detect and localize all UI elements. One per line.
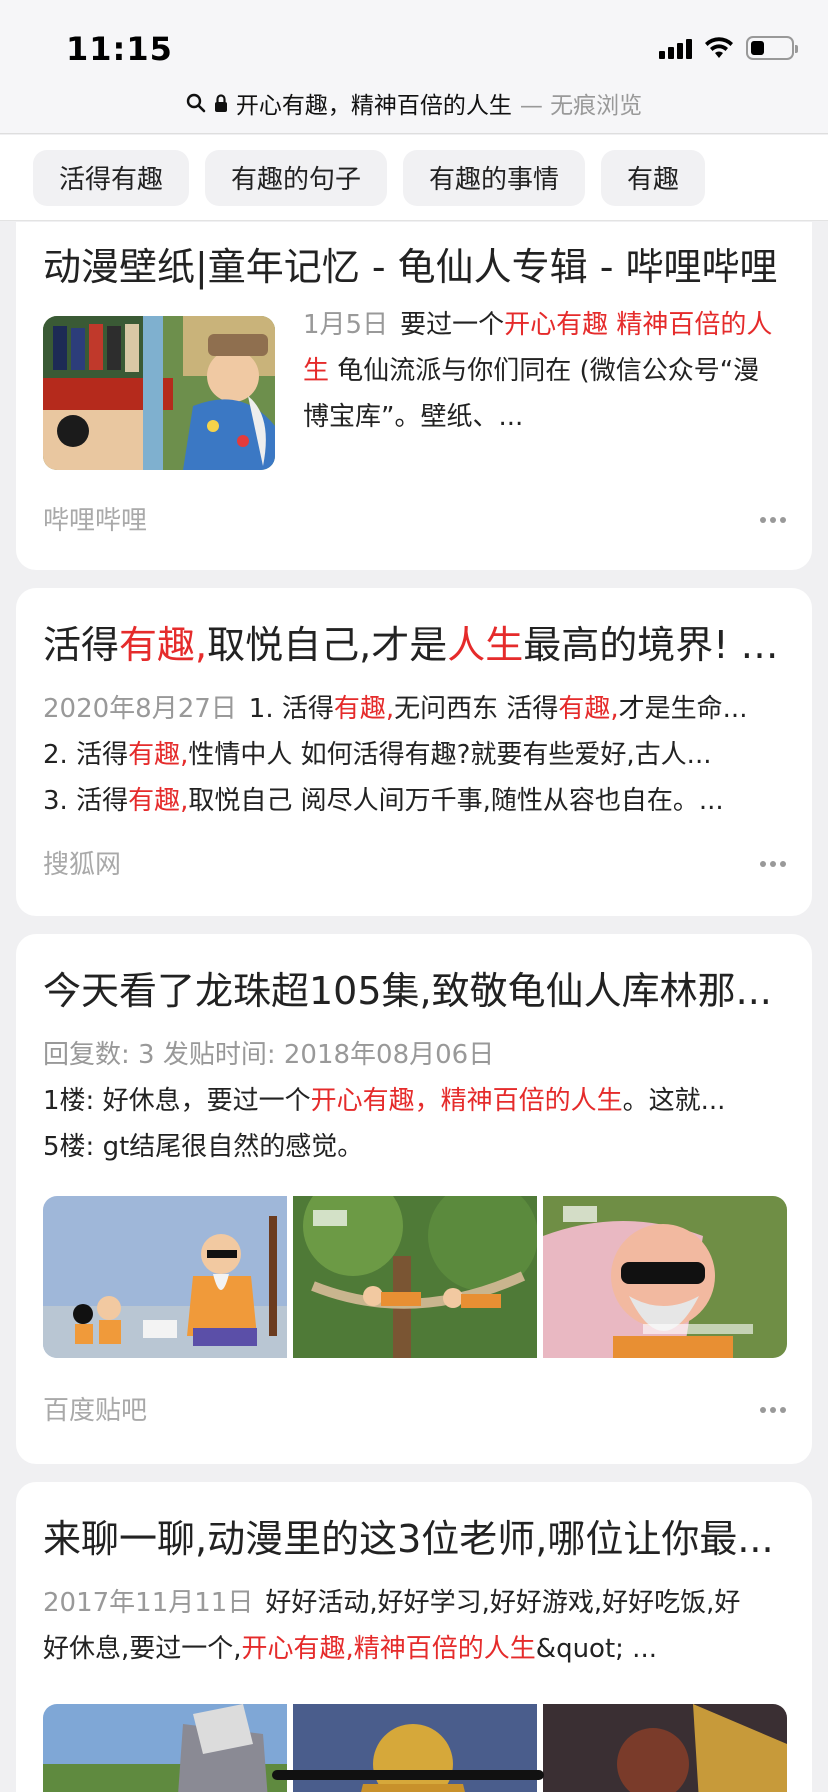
result-source[interactable]: 搜狐网 <box>43 844 121 881</box>
snippet-line: 2020年8月27日 1. 活得有趣,无问西东 活得有趣,才是生命... <box>43 686 785 732</box>
result-title[interactable]: 来聊一聊,动漫里的这3位老师,哪位让你最... <box>43 1508 785 1563</box>
snippet-text: 1楼: 好休息，要过一个 <box>43 1086 311 1116</box>
search-icon <box>186 93 206 113</box>
chip-related-search[interactable]: 有趣的事情 <box>403 149 586 206</box>
title-text: 取悦自己,才是 <box>207 623 448 667</box>
snippet-text: 。这就... <box>622 1086 726 1116</box>
snippet-highlight: 有趣, <box>558 694 619 724</box>
private-browsing-label: — 无痕浏览 <box>519 93 643 119</box>
snippet-highlight: 有趣, <box>128 786 189 816</box>
result-meta: 回复数: 3 发贴时间: 2018年08月06日 <box>43 1040 495 1070</box>
result-card[interactable]: 来聊一聊,动漫里的这3位老师,哪位让你最... 2017年11月11日 好好活动,… <box>16 1482 812 1792</box>
status-time: 11:15 <box>66 30 173 68</box>
snippet-line: 1楼: 好休息，要过一个开心有趣，精神百倍的人生。这就... <box>43 1078 785 1124</box>
result-snippet: 2020年8月27日 1. 活得有趣,无问西东 活得有趣,才是生命... 2. 活… <box>43 686 785 824</box>
chip-related-search[interactable]: 有趣 <box>601 149 706 206</box>
browser-top-bar: 11:15 开心有趣，精神百倍的人生 — 无痕浏览 <box>0 0 828 134</box>
result-image-2[interactable] <box>293 1196 537 1358</box>
title-text: 最高的境界! -... <box>523 623 785 667</box>
related-search-chips: 活得有趣 有趣的句子 有趣的事情 有趣 <box>0 135 828 221</box>
snippet-text: 性情中人 如何活得有趣?就要有些爱好,古人... <box>188 740 712 770</box>
lock-icon <box>214 94 227 112</box>
url-title: 开心有趣，精神百倍的人生 <box>235 93 512 119</box>
result-snippet: 1月5日 要过一个开心有趣 精神百倍的人生 龟仙流派与你们同在 (微信公众号“漫博… <box>303 302 785 440</box>
snippet-text: 取悦自己 阅尽人间万千事,随性从容也自在。... <box>188 786 724 816</box>
snippet-line: 2017年11月11日 好好活动,好好学习,好好游戏,好好吃饭,好 <box>43 1580 785 1626</box>
snippet-line: 3. 活得有趣,取悦自己 阅尽人间万千事,随性从容也自在。... <box>43 778 785 824</box>
result-thumbnail-image[interactable] <box>43 316 275 470</box>
result-card[interactable]: 动漫壁纸|童年记忆 - 龟仙人专辑 - 哔哩哔哩 1月5日 要过一个开心有趣 精神… <box>16 222 812 570</box>
result-title[interactable]: 今天看了龙珠超105集,致敬龟仙人库林那... <box>43 960 785 1015</box>
snippet-text: &quot; ... <box>535 1634 657 1664</box>
cellular-signal-icon <box>659 37 692 59</box>
snippet-line: 2. 活得有趣,性情中人 如何活得有趣?就要有些爱好,古人... <box>43 732 785 778</box>
snippet-text: 1. 活得 <box>248 694 334 724</box>
more-options-icon[interactable] <box>760 860 786 868</box>
result-date: 2017年11月11日 <box>43 1588 254 1618</box>
title-text: 活得 <box>43 623 120 667</box>
snippet-line: 好休息,要过一个,开心有趣,精神百倍的人生&quot; ... <box>43 1626 785 1672</box>
snippet-highlight: 开心有趣,精神百倍的人生 <box>241 1634 536 1664</box>
snippet-text: 龟仙流派与你们同在 (微信公众号“漫博宝库”。壁纸、... <box>303 356 760 432</box>
title-highlight: 有趣, <box>119 623 208 667</box>
result-date: 2020年8月27日 <box>43 694 237 724</box>
snippet-text: 好休息,要过一个, <box>43 1634 242 1664</box>
result-title[interactable]: 活得有趣,取悦自己,才是人生最高的境界! -... <box>43 614 785 669</box>
snippet-text: 要过一个 <box>400 310 505 340</box>
home-indicator[interactable] <box>272 1770 544 1780</box>
battery-icon <box>746 36 798 60</box>
result-snippet: 回复数: 3 发贴时间: 2018年08月06日 1楼: 好休息，要过一个开心有… <box>43 1032 785 1170</box>
more-options-icon[interactable] <box>760 1406 786 1414</box>
result-source[interactable]: 百度贴吧 <box>43 1390 147 1427</box>
result-image-3[interactable] <box>543 1196 787 1358</box>
url-bar[interactable]: 开心有趣，精神百倍的人生 — 无痕浏览 <box>0 86 828 120</box>
status-icons <box>659 36 798 60</box>
snippet-highlight: 有趣, <box>128 740 189 770</box>
chip-related-search[interactable]: 活得有趣 <box>33 149 190 206</box>
result-title[interactable]: 动漫壁纸|童年记忆 - 龟仙人专辑 - 哔哩哔哩 <box>43 236 785 291</box>
result-snippet: 2017年11月11日 好好活动,好好学习,好好游戏,好好吃饭,好 好休息,要过一… <box>43 1580 785 1672</box>
battery-level <box>751 41 765 55</box>
result-image-1[interactable] <box>43 1704 287 1792</box>
snippet-text: 好好活动,好好学习,好好游戏,好好吃饭,好 <box>265 1588 741 1618</box>
snippet-text: 3. 活得 <box>43 786 129 816</box>
chip-related-search[interactable]: 有趣的句子 <box>205 149 388 206</box>
snippet-text: 才是生命... <box>618 694 748 724</box>
result-card[interactable]: 今天看了龙珠超105集,致敬龟仙人库林那... 回复数: 3 发贴时间: 201… <box>16 934 812 1464</box>
result-image-1[interactable] <box>43 1196 287 1358</box>
snippet-text: 无问西东 活得 <box>394 694 559 724</box>
snippet-line: 5楼: gt结尾很自然的感觉。 <box>43 1132 364 1162</box>
title-highlight: 人生 <box>447 623 524 667</box>
snippet-highlight: 有趣, <box>333 694 395 724</box>
result-card[interactable]: 活得有趣,取悦自己,才是人生最高的境界! -... 2020年8月27日 1. 活… <box>16 588 812 916</box>
result-source[interactable]: 哔哩哔哩 <box>43 500 147 537</box>
result-date: 1月5日 <box>303 310 389 340</box>
snippet-text: 2. 活得 <box>43 740 129 770</box>
snippet-highlight: 开心有趣，精神百倍的人生 <box>310 1086 623 1116</box>
result-image-3[interactable] <box>543 1704 787 1792</box>
wifi-icon <box>705 37 733 58</box>
more-options-icon[interactable] <box>760 516 786 524</box>
